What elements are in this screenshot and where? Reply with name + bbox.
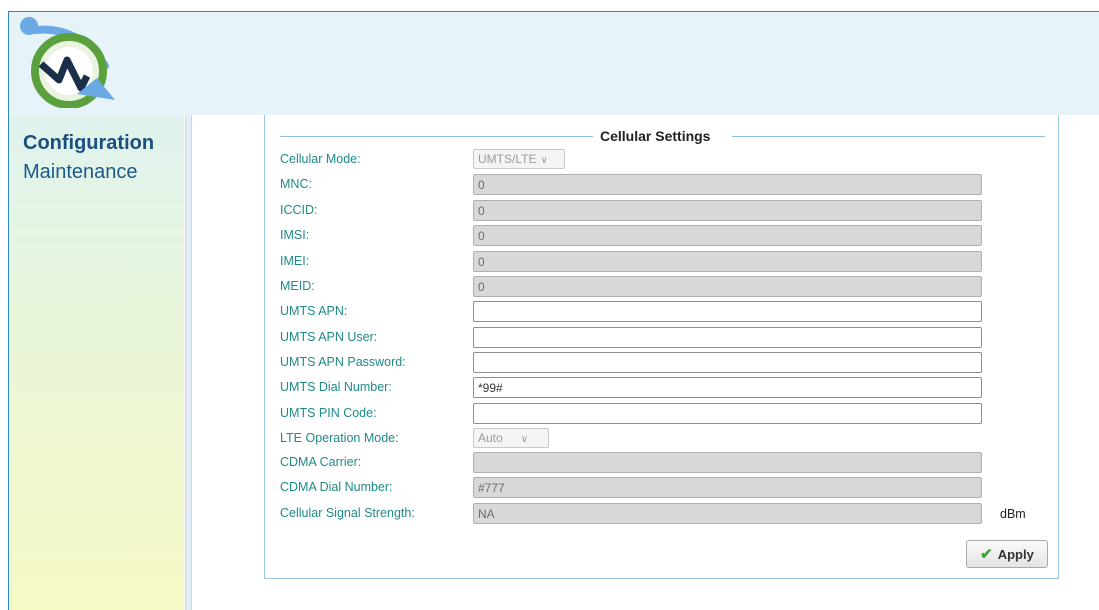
- form-row-imsi: IMSI:: [280, 225, 1050, 247]
- umts-apn-label: UMTS APN:: [280, 304, 348, 318]
- imei-label: IMEI:: [280, 254, 310, 268]
- umts-apn-user-label: UMTS APN User:: [280, 330, 378, 344]
- umts-apn-password-label: UMTS APN Password:: [280, 355, 406, 369]
- mnc-label: MNC:: [280, 177, 312, 191]
- cellular-mode-label: Cellular Mode:: [280, 152, 361, 166]
- cdma-carrier-field: [473, 452, 982, 473]
- umts-dial-number-field[interactable]: [473, 377, 982, 398]
- cellular-mode-select[interactable]: UMTS/LTE ∨: [473, 149, 565, 169]
- legend-divider-right: [732, 136, 1045, 137]
- umts-dial-number-label: UMTS Dial Number:: [280, 380, 392, 394]
- lte-operation-mode-value: Auto: [478, 431, 503, 445]
- signal-strength-unit: dBm: [1000, 507, 1026, 521]
- iccid-field: [473, 200, 982, 221]
- cellular-mode-value: UMTS/LTE: [478, 152, 537, 166]
- cdma-dial-number-label: CDMA Dial Number:: [280, 480, 393, 494]
- sidebar-item-configuration[interactable]: Configuration: [23, 132, 154, 155]
- umts-apn-password-field[interactable]: [473, 352, 982, 373]
- form-row-umts-apn: UMTS APN:: [280, 301, 1050, 323]
- checkmark-icon: ✔: [980, 546, 993, 563]
- lte-operation-mode-select[interactable]: Auto ∨: [473, 428, 549, 448]
- form-row-imei: IMEI:: [280, 251, 1050, 273]
- sidebar-divider: [185, 115, 192, 610]
- company-logo-icon: [20, 17, 115, 108]
- chevron-down-icon: ∨: [520, 434, 529, 445]
- signal-strength-label: Cellular Signal Strength:: [280, 506, 415, 520]
- cdma-carrier-label: CDMA Carrier:: [280, 455, 362, 469]
- apply-button-label: Apply: [997, 546, 1034, 562]
- form-row-iccid: ICCID:: [280, 200, 1050, 222]
- imsi-label: IMSI:: [280, 228, 310, 242]
- sidebar-item-maintenance[interactable]: Maintenance: [23, 161, 138, 184]
- umts-apn-user-field[interactable]: [473, 327, 982, 348]
- meid-field: [473, 276, 982, 297]
- lte-operation-mode-label: LTE Operation Mode:: [280, 431, 399, 445]
- form-row-cellular-mode: Cellular Mode: UMTS/LTE ∨: [280, 149, 1050, 171]
- imei-field: [473, 251, 982, 272]
- form-row-cdma-carrier: CDMA Carrier:: [280, 452, 1050, 474]
- form-row-lte-operation-mode: LTE Operation Mode: Auto ∨: [280, 428, 1050, 450]
- section-title: Cellular Settings: [600, 128, 711, 144]
- umts-pin-code-field[interactable]: [473, 403, 982, 424]
- umts-apn-field[interactable]: [473, 301, 982, 322]
- imsi-field: [473, 225, 982, 246]
- umts-pin-code-label: UMTS PIN Code:: [280, 406, 377, 420]
- apply-button[interactable]: ✔ Apply: [966, 540, 1048, 568]
- mnc-field: [473, 174, 982, 195]
- form-row-cdma-dial-number: CDMA Dial Number:: [280, 477, 1050, 499]
- cdma-dial-number-field: [473, 477, 982, 498]
- form-row-signal-strength: Cellular Signal Strength: dBm: [280, 503, 1050, 525]
- form-row-umts-apn-password: UMTS APN Password:: [280, 352, 1050, 374]
- form-row-meid: MEID:: [280, 276, 1050, 298]
- form-row-mnc: MNC:: [280, 174, 1050, 196]
- signal-strength-field: [473, 503, 982, 524]
- iccid-label: ICCID:: [280, 203, 318, 217]
- cellular-settings-panel: Cellular Settings Cellular Mode: UMTS/LT…: [264, 115, 1059, 579]
- sidebar: Configuration Maintenance: [8, 115, 192, 610]
- form-row-umts-pin-code: UMTS PIN Code:: [280, 403, 1050, 425]
- form-row-umts-apn-user: UMTS APN User:: [280, 327, 1050, 349]
- legend-divider-left: [280, 136, 593, 137]
- form-row-umts-dial-number: UMTS Dial Number:: [280, 377, 1050, 399]
- header-banner: [8, 11, 1099, 115]
- meid-label: MEID:: [280, 279, 315, 293]
- chevron-down-icon: ∨: [540, 155, 548, 166]
